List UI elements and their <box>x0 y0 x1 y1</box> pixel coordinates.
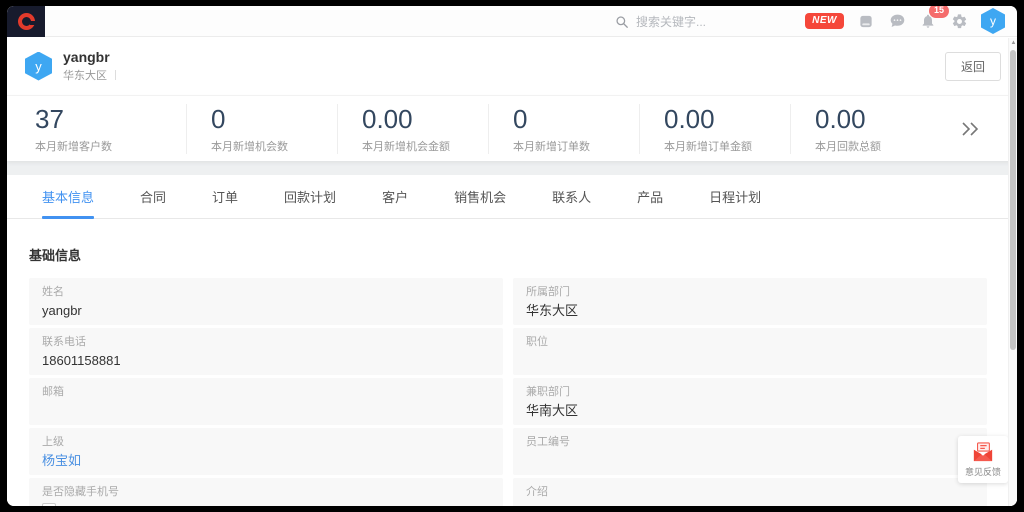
field-label: 介绍 <box>526 485 974 499</box>
field-label: 员工编号 <box>526 435 974 449</box>
vertical-scrollbar[interactable]: ▲ <box>1008 38 1017 506</box>
feedback-widget[interactable]: 意见反馈 <box>958 436 1008 483</box>
stat-value: 0 <box>513 104 639 134</box>
app-logo[interactable] <box>7 6 45 37</box>
stat-label: 本月新增订单金额 <box>664 138 790 154</box>
field-label: 邮箱 <box>42 385 490 399</box>
detail-tabs: 基本信息 合同 订单 回款计划 客户 销售机会 联系人 产品 日程计划 <box>7 175 1017 219</box>
profile-identity: yangbr 华东大区 <box>63 49 116 83</box>
stat-label: 本月新增客户数 <box>35 138 186 154</box>
profile-name: yangbr <box>63 49 116 65</box>
new-badge[interactable]: NEW <box>805 13 844 29</box>
field-introduction: 介绍 <box>513 478 987 506</box>
envelope-icon <box>972 442 994 462</box>
stat-new-customers: 37 本月新增客户数 <box>35 104 186 154</box>
field-name: 姓名 yangbr <box>29 278 503 325</box>
stat-label: 本月新增机会金额 <box>362 138 488 154</box>
stat-opportunity-amount: 0.00 本月新增机会金额 <box>337 104 488 154</box>
field-label: 联系电话 <box>42 335 490 349</box>
field-email: 邮箱 <box>29 378 503 425</box>
field-hide-phone: 是否隐藏手机号 <box>29 478 503 506</box>
spacer <box>7 161 1017 175</box>
back-button[interactable]: 返回 <box>945 52 1001 81</box>
tab-orders[interactable]: 订单 <box>212 175 238 219</box>
field-supervisor: 上级 杨宝如 <box>29 428 503 475</box>
stat-value: 0.00 <box>815 104 941 134</box>
chat-icon[interactable] <box>888 12 906 30</box>
stat-label: 本月回款总额 <box>815 138 941 154</box>
tab-customers[interactable]: 客户 <box>382 175 408 219</box>
topbar: NEW 15 <box>7 6 1017 37</box>
tab-products[interactable]: 产品 <box>637 175 663 219</box>
field-department: 所属部门 华东大区 <box>513 278 987 325</box>
field-phone: 联系电话 18601158881 <box>29 328 503 375</box>
topbar-actions: NEW 15 <box>805 8 1017 34</box>
stat-label: 本月新增机会数 <box>211 138 337 154</box>
field-value: yangbr <box>42 302 490 319</box>
field-label: 上级 <box>42 435 490 449</box>
notification-count-badge: 15 <box>929 6 949 18</box>
tab-basic-info[interactable]: 基本信息 <box>42 175 94 219</box>
stat-new-opportunities: 0 本月新增机会数 <box>186 104 337 154</box>
divider <box>115 70 116 80</box>
supervisor-link[interactable]: 杨宝如 <box>42 452 490 469</box>
field-label: 兼职部门 <box>526 385 974 399</box>
field-secondary-department: 兼职部门 华南大区 <box>513 378 987 425</box>
field-label: 职位 <box>526 335 974 349</box>
field-position: 职位 <box>513 328 987 375</box>
bell-icon[interactable]: 15 <box>919 12 937 30</box>
global-search[interactable] <box>615 6 786 37</box>
field-value: 华东大区 <box>526 302 974 319</box>
field-label: 姓名 <box>42 285 490 299</box>
stat-new-orders: 0 本月新增订单数 <box>488 104 639 154</box>
gear-icon[interactable] <box>950 12 968 30</box>
profile-department: 华东大区 <box>63 67 107 83</box>
logo-c-icon <box>18 13 35 30</box>
user-avatar[interactable]: y <box>981 8 1005 34</box>
profile-header: y yangbr 华东大区 返回 <box>7 37 1017 95</box>
stat-value: 0.00 <box>362 104 488 134</box>
stats-bar: 37 本月新增客户数 0 本月新增机会数 0.00 本月新增机会金额 0 本月新… <box>7 95 1017 161</box>
field-grid: 姓名 yangbr 所属部门 华东大区 联系电话 18601158881 职位 … <box>29 278 987 506</box>
search-icon <box>615 15 629 29</box>
stat-value: 0 <box>211 104 337 134</box>
workspace-icon[interactable] <box>857 12 875 30</box>
feedback-label: 意见反馈 <box>965 465 1001 478</box>
field-value: 华南大区 <box>526 402 974 419</box>
stat-value: 0.00 <box>664 104 790 134</box>
scrollbar-thumb[interactable] <box>1010 50 1016 350</box>
basic-info-panel: 基础信息 姓名 yangbr 所属部门 华东大区 联系电话 1860115888… <box>7 219 1017 506</box>
tab-contacts[interactable]: 联系人 <box>552 175 591 219</box>
search-input[interactable] <box>636 15 786 29</box>
tab-contracts[interactable]: 合同 <box>140 175 166 219</box>
hide-phone-checkbox[interactable] <box>42 503 56 506</box>
tab-sales-opportunities[interactable]: 销售机会 <box>454 175 506 219</box>
field-label: 是否隐藏手机号 <box>42 485 490 499</box>
section-title: 基础信息 <box>29 245 987 264</box>
stat-payment-total: 0.00 本月回款总额 <box>790 104 941 154</box>
field-employee-id: 员工编号 <box>513 428 987 475</box>
stat-value: 37 <box>35 104 186 134</box>
tab-schedule[interactable]: 日程计划 <box>709 175 761 219</box>
profile-avatar: y <box>25 52 52 81</box>
stat-order-amount: 0.00 本月新增订单金额 <box>639 104 790 154</box>
tab-payment-plans[interactable]: 回款计划 <box>284 175 336 219</box>
app-window: NEW 15 <box>7 6 1017 506</box>
field-label: 所属部门 <box>526 285 974 299</box>
field-value: 18601158881 <box>42 352 490 369</box>
double-chevron-right-icon[interactable] <box>959 121 981 137</box>
scroll-up-icon[interactable]: ▲ <box>1010 40 1017 46</box>
stat-label: 本月新增订单数 <box>513 138 639 154</box>
